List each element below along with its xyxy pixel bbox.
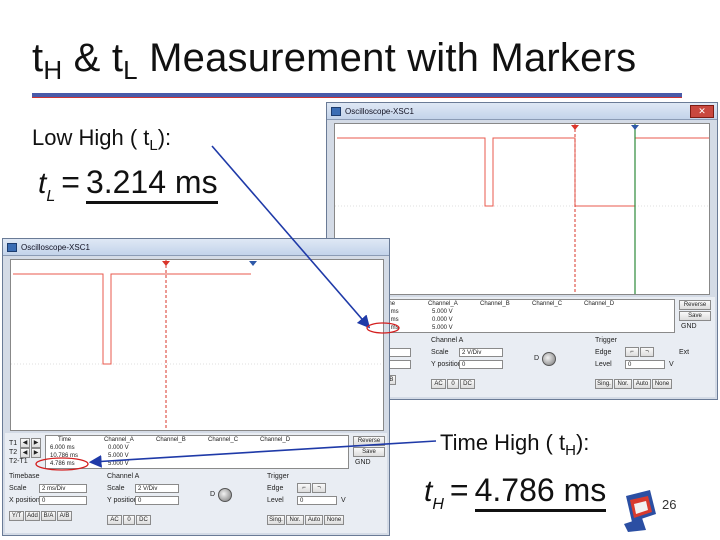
page-number: 26 [662, 497, 677, 512]
highlight-ellipse-tl [366, 322, 400, 334]
highlight-ellipse-th [35, 457, 89, 471]
arrow-to-tl-reading [211, 145, 371, 329]
university-logo-icon [624, 490, 656, 532]
annotation-overlay [35, 145, 437, 471]
arrow-to-th-reading [88, 440, 437, 468]
